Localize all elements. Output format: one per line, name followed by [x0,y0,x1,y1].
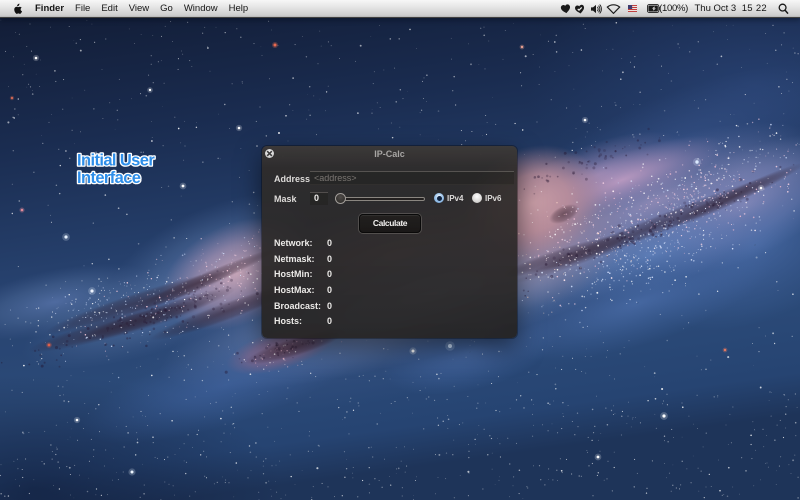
svg-text:Interface: Interface [77,169,141,187]
svg-text:Initial User: Initial User [77,152,155,170]
